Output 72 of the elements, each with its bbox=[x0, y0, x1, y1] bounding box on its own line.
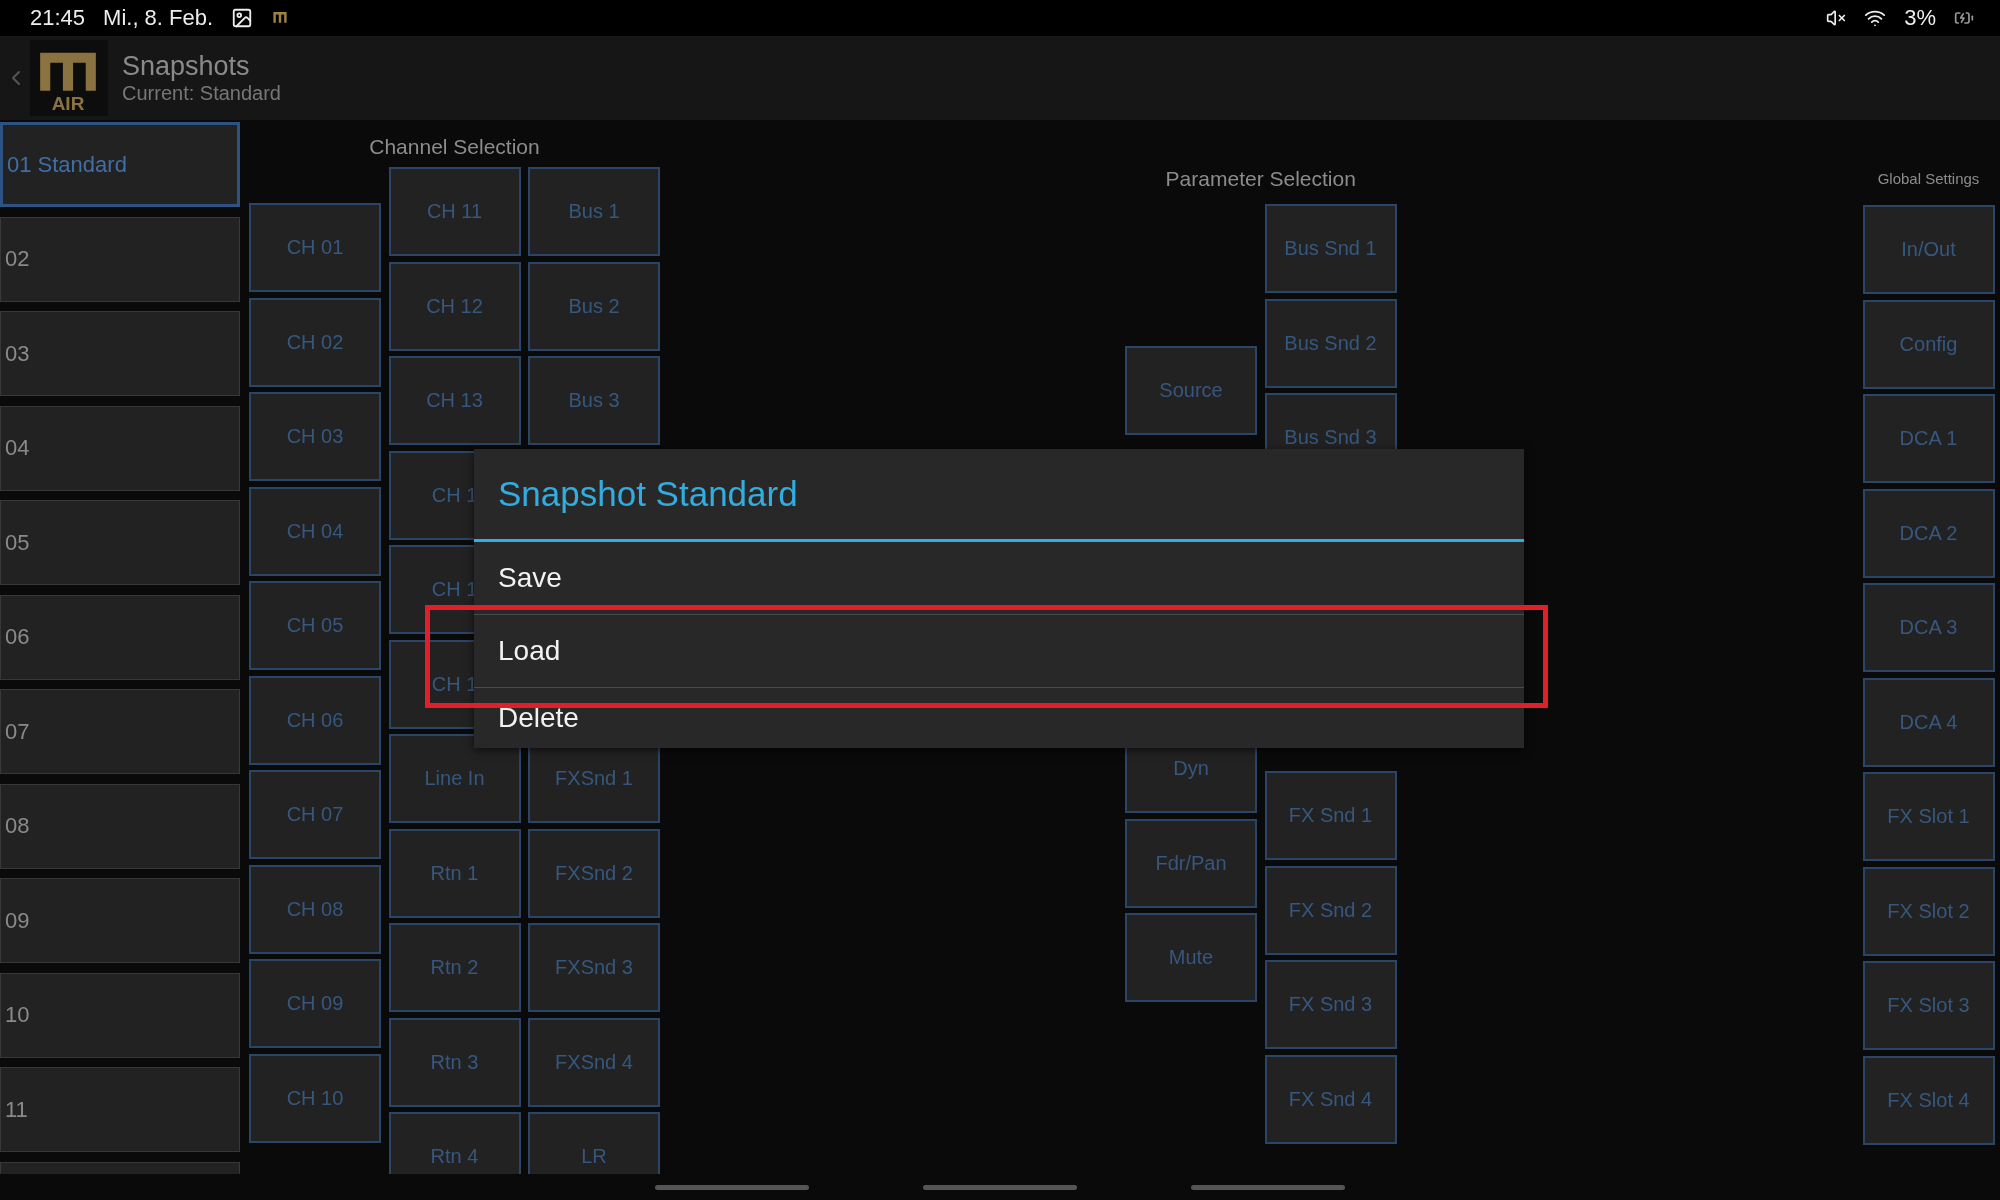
selection-button[interactable]: Rtn 2 bbox=[388, 923, 521, 1013]
image-icon bbox=[231, 7, 254, 29]
selection-button[interactable]: DCA 2 bbox=[1862, 488, 1995, 578]
selection-button[interactable]: CH 12 bbox=[388, 261, 521, 351]
snapshot-item[interactable]: 01 Standard bbox=[0, 122, 240, 207]
selection-button[interactable]: CH 10 bbox=[249, 1053, 381, 1143]
selection-button[interactable]: CH 01 bbox=[249, 203, 381, 293]
selection-button[interactable]: FXSnd 3 bbox=[528, 923, 660, 1013]
snapshot-item[interactable]: 05 bbox=[0, 500, 240, 585]
menu-item[interactable]: Save bbox=[474, 542, 1524, 615]
selection-button[interactable]: FX Slot 1 bbox=[1862, 772, 1995, 861]
nav-handle[interactable] bbox=[1191, 1184, 1345, 1190]
snapshot-item[interactable]: 08 bbox=[0, 783, 240, 869]
section-title: Parameter Selection bbox=[1164, 166, 1357, 192]
mute-icon bbox=[1826, 8, 1847, 28]
selection-button[interactable]: LR bbox=[528, 1112, 660, 1174]
selection-button[interactable]: DCA 3 bbox=[1862, 583, 1995, 672]
selection-button[interactable]: FX Snd 1 bbox=[1264, 771, 1397, 861]
snapshot-item[interactable]: 02 bbox=[0, 216, 240, 302]
snapshot-item[interactable]: 04 bbox=[0, 405, 240, 491]
selection-button[interactable]: FX Snd 4 bbox=[1264, 1054, 1397, 1144]
selection-button[interactable]: CH 11 bbox=[388, 167, 521, 257]
selection-button[interactable]: Line In bbox=[388, 734, 521, 824]
selection-button[interactable]: Fdr/Pan bbox=[1125, 818, 1257, 908]
snapshot-item[interactable]: 03 bbox=[0, 311, 240, 396]
section-title: Channel Selection bbox=[368, 134, 541, 160]
selection-button[interactable]: CH 03 bbox=[249, 392, 381, 482]
nav-handle[interactable] bbox=[923, 1184, 1077, 1190]
selection-button[interactable]: Bus 1 bbox=[528, 167, 660, 257]
status-date: Mi., 8. Feb. bbox=[103, 5, 214, 31]
snapshot-item[interactable]: 11 bbox=[0, 1067, 240, 1152]
selection-button[interactable]: FX Snd 3 bbox=[1264, 960, 1397, 1050]
selection-button[interactable]: Mute bbox=[1125, 913, 1257, 1003]
selection-button[interactable]: FXSnd 2 bbox=[528, 828, 660, 918]
selection-button[interactable]: Bus Snd 1 bbox=[1264, 204, 1397, 294]
screen-title: Snapshots bbox=[122, 51, 251, 81]
selection-button[interactable]: FX Snd 2 bbox=[1264, 865, 1397, 955]
selection-button[interactable]: Bus 2 bbox=[528, 261, 660, 351]
selection-button[interactable]: Config bbox=[1862, 299, 1995, 389]
selection-button[interactable]: DCA 1 bbox=[1862, 394, 1995, 483]
nav-handle[interactable] bbox=[655, 1184, 809, 1190]
snapshot-item[interactable]: 06 bbox=[0, 594, 240, 680]
selection-button[interactable]: FXSnd 4 bbox=[528, 1017, 660, 1107]
selection-button[interactable]: FX Slot 4 bbox=[1862, 1055, 1995, 1145]
selection-button[interactable]: FX Slot 3 bbox=[1862, 961, 1995, 1050]
snapshot-item[interactable]: 10 bbox=[0, 972, 240, 1058]
selection-button[interactable]: CH 04 bbox=[249, 486, 381, 576]
selection-button[interactable]: Bus 3 bbox=[528, 356, 660, 446]
snapshot-item[interactable]: 09 bbox=[0, 878, 240, 963]
selection-button[interactable]: CH 09 bbox=[249, 959, 381, 1049]
selection-button[interactable]: Rtn 3 bbox=[388, 1017, 521, 1107]
selection-button[interactable]: CH 08 bbox=[249, 864, 381, 954]
current-snapshot: Current: Standard bbox=[122, 81, 281, 105]
selection-button[interactable]: Bus Snd 2 bbox=[1264, 298, 1397, 388]
selection-button[interactable]: CH 07 bbox=[249, 770, 381, 860]
section-title: Global Settings bbox=[1876, 170, 1981, 188]
selection-button[interactable]: FX Slot 2 bbox=[1862, 866, 1995, 956]
selection-button[interactable]: CH 06 bbox=[249, 675, 381, 765]
status-time: 21:45 bbox=[30, 5, 86, 31]
snapshot-item[interactable]: 07 bbox=[0, 689, 240, 774]
logo-drawing: AIR bbox=[30, 40, 106, 116]
dialog-title: Snapshot Standard bbox=[474, 449, 1524, 542]
menu-item[interactable]: Load bbox=[474, 615, 1524, 688]
selection-button[interactable]: Rtn 4 bbox=[388, 1112, 521, 1174]
selection-button[interactable]: CH 13 bbox=[388, 356, 521, 446]
selection-button[interactable]: CH 02 bbox=[249, 297, 381, 387]
selection-button[interactable]: In/Out bbox=[1862, 205, 1995, 294]
selection-button[interactable]: DCA 4 bbox=[1862, 677, 1995, 767]
selection-button[interactable]: CH 05 bbox=[249, 581, 381, 671]
battery-percent: 3% bbox=[1904, 5, 1936, 31]
selection-button[interactable]: Source bbox=[1125, 346, 1257, 436]
selection-button[interactable]: Rtn 1 bbox=[388, 828, 521, 918]
